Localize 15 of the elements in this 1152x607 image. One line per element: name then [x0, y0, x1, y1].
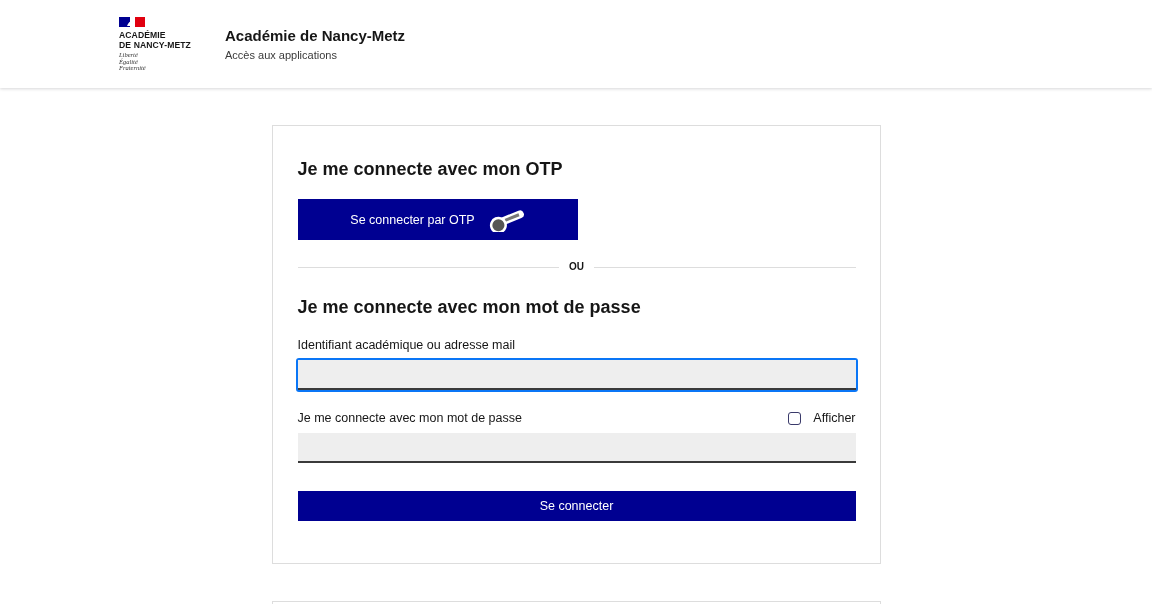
section-heading: Je me connecte avec mon OTP — [297, 158, 564, 181]
section-heading: Je me connecte avec mon mot de passe — [297, 296, 642, 319]
field-label: Identifiant académique ou adresse mail — [297, 337, 515, 353]
username-field[interactable] — [295, 358, 858, 392]
password-field[interactable] — [295, 431, 858, 465]
site-subtitle: Accès aux applications — [225, 48, 338, 63]
flag-icon — [119, 17, 145, 27]
show-password-label: Afficher — [813, 410, 856, 426]
login-button[interactable]: Se connecter — [297, 491, 856, 521]
checkbox[interactable] — [788, 411, 802, 425]
academy-logo-text: ACADÉMIE DE NANCY-METZ — [119, 31, 191, 50]
field-label: Je me connecte avec mon mot de passe — [297, 410, 522, 426]
site-title: Académie de Nancy-Metz — [225, 26, 406, 46]
separator-text: OU — [569, 260, 584, 274]
otp-login-button[interactable]: Se connecter par OTP — [297, 199, 578, 240]
